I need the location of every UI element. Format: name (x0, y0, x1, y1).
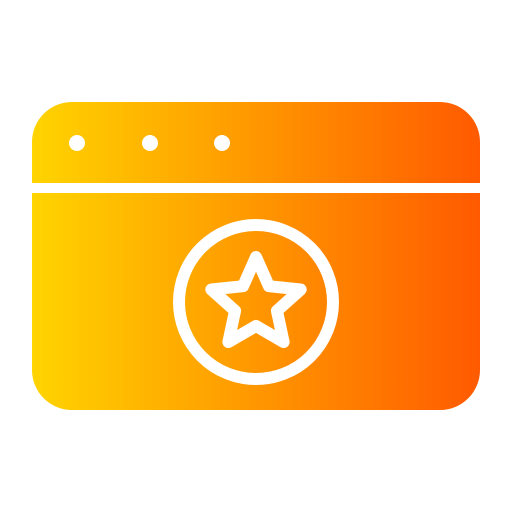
window-dot-2-icon (142, 135, 158, 151)
window-dot-1-icon (69, 135, 85, 151)
icon-canvas (0, 0, 512, 512)
browser-window-star-icon (32, 102, 480, 410)
window-dot-3-icon (214, 135, 230, 151)
title-bar-divider (32, 183, 480, 193)
